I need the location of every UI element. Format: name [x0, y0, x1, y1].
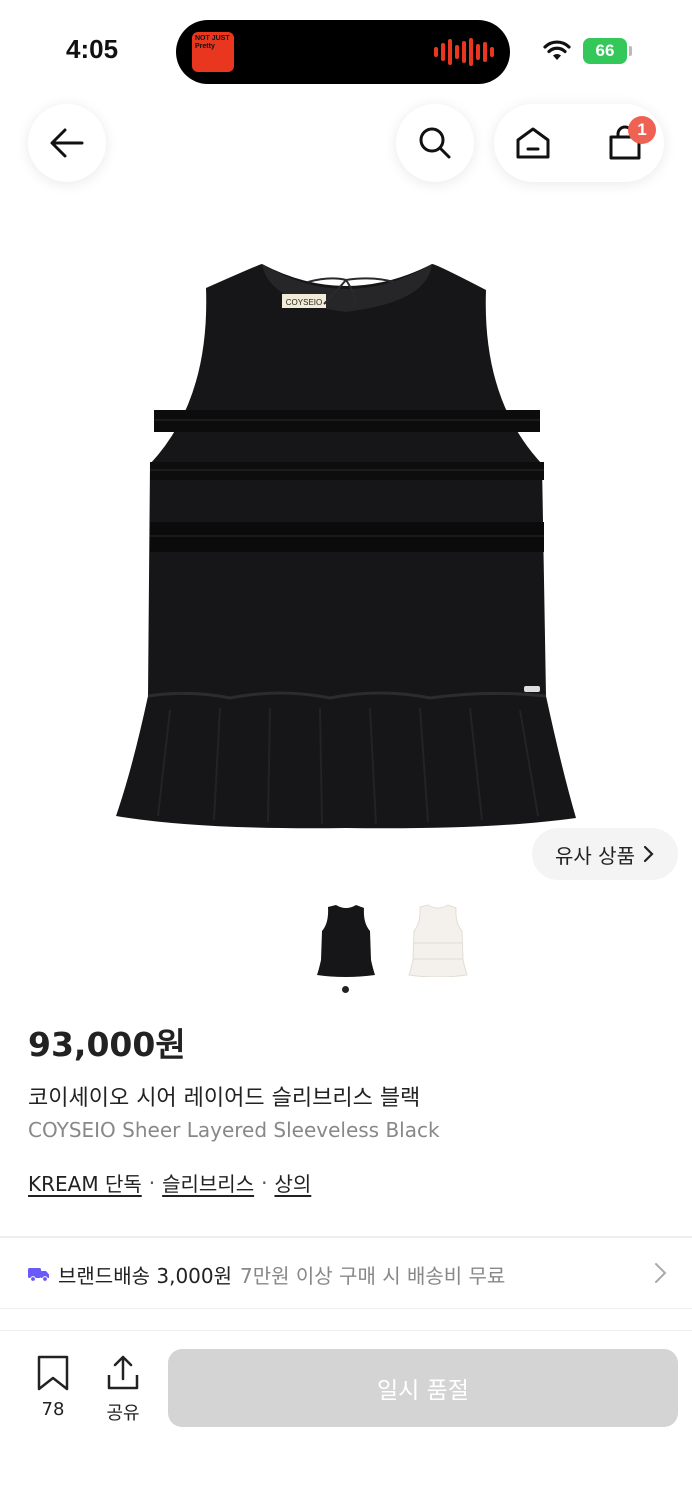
status-bar: 4:05 NOT JUST Pretty 66 — [0, 0, 692, 100]
wifi-icon — [543, 40, 571, 60]
chevron-right-icon — [655, 1263, 667, 1283]
section-divider — [0, 1308, 692, 1309]
now-playing-album-art: NOT JUST Pretty — [192, 32, 234, 72]
battery-indicator: 66 — [583, 38, 632, 64]
shipping-info-row[interactable]: 브랜드배송 3,000원 7만원 이상 구매 시 배송비 무료 — [28, 1255, 668, 1293]
shipping-note: 7만원 이상 구매 시 배송비 무료 — [240, 1263, 506, 1288]
thumbnail-black-image — [317, 905, 375, 977]
arrow-left-icon — [50, 128, 84, 158]
gallery-page-indicator — [342, 986, 349, 993]
product-tags: KREAM 단독 · 슬리브리스 · 상의 — [28, 1168, 311, 1197]
tag-separator: · — [261, 1170, 268, 1195]
thumbnail-black[interactable] — [312, 900, 380, 980]
search-icon — [419, 127, 451, 159]
search-button[interactable] — [396, 104, 474, 182]
product-name-english: COYSEIO Sheer Layered Sleeveless Black — [28, 1118, 440, 1142]
back-button[interactable] — [28, 104, 106, 182]
bottom-action-bar: 78 공유 일시 품절 — [0, 1330, 692, 1500]
tag-sleeveless[interactable]: 슬리브리스 — [162, 1168, 254, 1197]
cart-count-badge: 1 — [628, 116, 656, 144]
home-icon — [516, 127, 550, 159]
tag-tops[interactable]: 상의 — [274, 1168, 311, 1197]
product-price: 93,000원 — [28, 1025, 186, 1064]
similar-products-label: 유사 상품 — [555, 843, 635, 868]
delivery-truck-icon — [28, 1268, 49, 1282]
color-thumbnails — [312, 900, 472, 980]
tag-kream-exclusive[interactable]: KREAM 단독 — [28, 1168, 142, 1197]
bookmark-button[interactable]: 78 — [30, 1355, 76, 1420]
audio-waveform-icon — [434, 38, 494, 66]
status-time: 4:05 — [66, 34, 119, 64]
product-name-korean: 코이세이오 시어 레이어드 슬리브리스 블랙 — [28, 1086, 421, 1111]
home-button[interactable] — [506, 118, 560, 168]
share-button[interactable]: 공유 — [100, 1355, 146, 1425]
dynamic-island[interactable]: NOT JUST Pretty — [176, 20, 510, 84]
similar-products-button[interactable]: 유사 상품 — [532, 828, 678, 880]
share-label: 공유 — [106, 1403, 140, 1424]
brand-label-text: COYSEIO — [286, 298, 322, 307]
thumbnail-white-image — [408, 904, 468, 977]
bookmark-count: 78 — [41, 1399, 65, 1420]
chevron-right-icon — [643, 845, 654, 863]
sold-out-button[interactable]: 일시 품절 — [168, 1349, 678, 1427]
section-divider — [0, 1236, 692, 1238]
album-art-text: NOT JUST Pretty — [195, 35, 230, 50]
share-icon — [107, 1355, 139, 1390]
bookmark-icon — [37, 1355, 69, 1391]
product-image[interactable]: COYSEIO — [110, 250, 582, 830]
tag-separator: · — [148, 1170, 156, 1195]
shipping-label: 브랜드배송 3,000원 — [58, 1263, 233, 1288]
thumbnail-white[interactable] — [404, 900, 472, 980]
